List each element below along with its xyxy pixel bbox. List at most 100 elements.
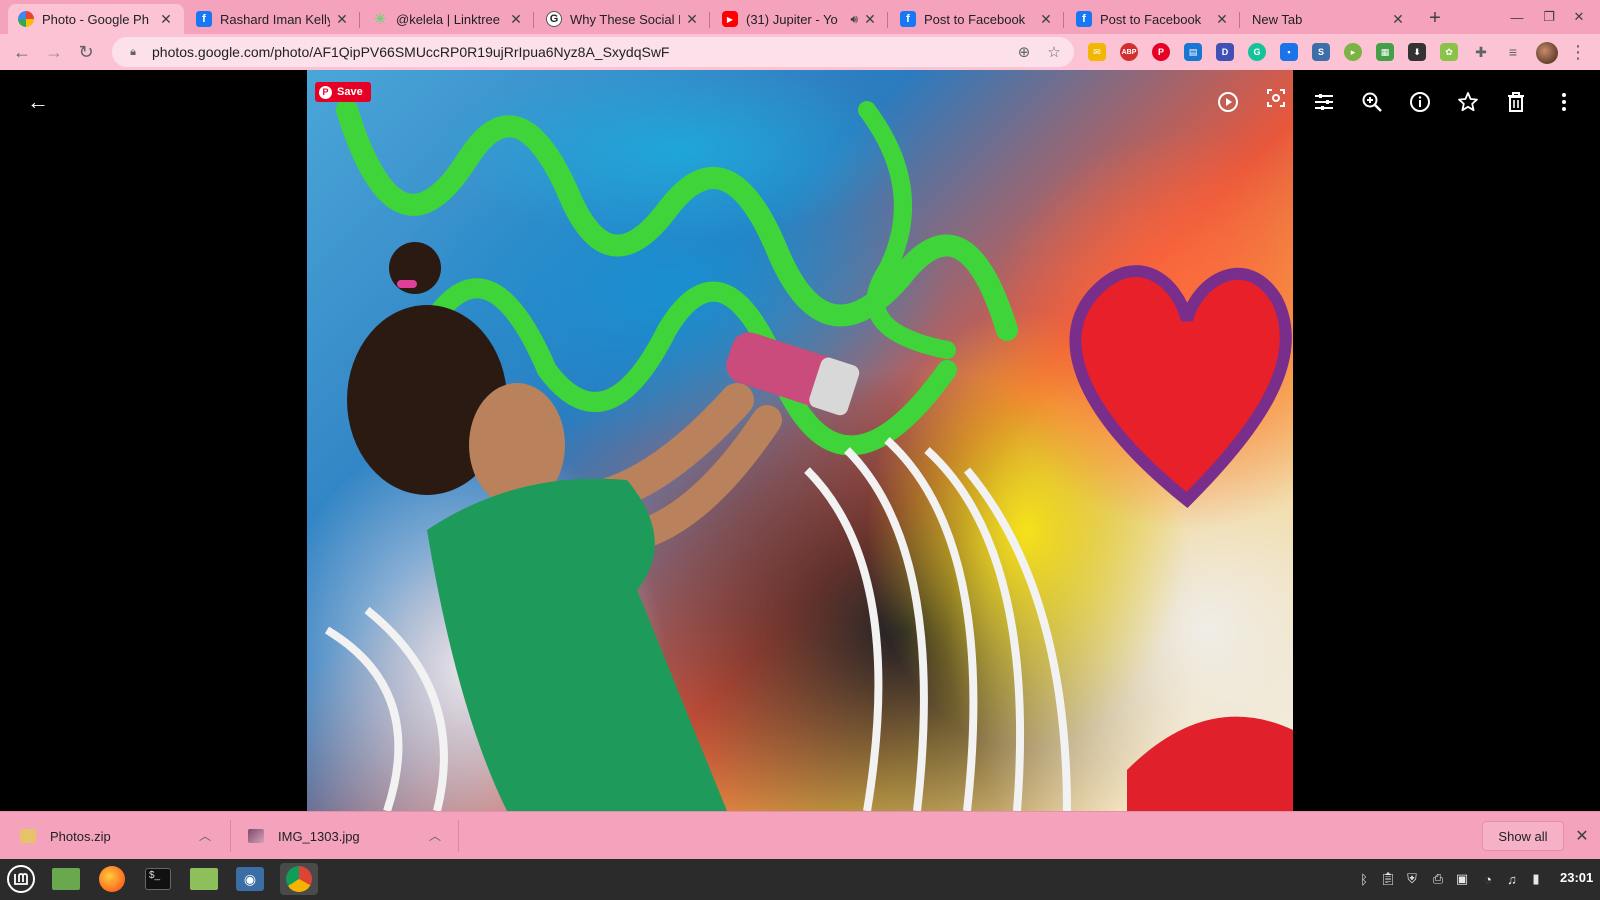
- tab-divider: [709, 12, 710, 28]
- google-photos-icon: [18, 11, 34, 27]
- avatar[interactable]: [1536, 42, 1558, 64]
- new-tab-button[interactable]: +: [1422, 6, 1448, 30]
- extension-icon[interactable]: ▤: [1184, 43, 1202, 61]
- forward-icon[interactable]: →: [42, 40, 66, 64]
- extensions-puzzle-icon[interactable]: ✚: [1472, 43, 1490, 61]
- tab-article[interactable]: G Why These Social N ✕: [536, 4, 710, 34]
- tab-title: Photo - Google Ph: [42, 11, 149, 27]
- sound-icon[interactable]: ♫: [1504, 871, 1520, 887]
- zoom-icon[interactable]: [1358, 88, 1386, 116]
- clipboard-icon[interactable]: 📋︎: [1380, 871, 1397, 887]
- facebook-icon: f: [900, 11, 916, 27]
- info-icon[interactable]: [1406, 88, 1434, 116]
- tab-youtube[interactable]: ▶ (31) Jupiter - Yo 🔊︎ ✕: [712, 4, 888, 34]
- close-icon[interactable]: ✕: [1214, 11, 1230, 27]
- lens-icon[interactable]: [1262, 84, 1290, 112]
- media-queue-icon[interactable]: ≡: [1504, 43, 1522, 61]
- url-text[interactable]: photos.google.com/photo/AF1QipPV66SMUccR…: [152, 44, 1014, 60]
- audio-playing-icon[interactable]: 🔊︎: [850, 12, 858, 27]
- firefox-icon[interactable]: [96, 863, 128, 895]
- mint-menu-icon[interactable]: [5, 863, 37, 895]
- drive-icon[interactable]: ▣: [1454, 871, 1470, 887]
- window-close-icon[interactable]: ✕: [1568, 6, 1590, 28]
- chevron-up-icon[interactable]: ︿: [426, 826, 444, 844]
- address-bar[interactable]: 🔒︎ photos.google.com/photo/AF1QipPV66SMU…: [112, 37, 1074, 67]
- download-bar: Photos.zip ︿ IMG_1303.jpg ︿ Show all ✕: [0, 811, 1600, 859]
- extension-icon[interactable]: S: [1312, 43, 1330, 61]
- shield-icon[interactable]: ⛨: [1404, 871, 1420, 887]
- pinterest-save-label: Save: [337, 86, 363, 98]
- photo-viewer: ← P Save: [0, 70, 1600, 811]
- screenshot-icon[interactable]: ◉: [234, 863, 266, 895]
- edit-icon[interactable]: [1310, 88, 1338, 116]
- tab-post-to-facebook-2[interactable]: f Post to Facebook ✕: [1066, 4, 1240, 34]
- close-icon[interactable]: ✕: [1038, 11, 1054, 27]
- graffiti-photo-illustration: [324, 99, 1293, 811]
- chevron-up-icon[interactable]: ︿: [196, 826, 214, 844]
- back-icon[interactable]: ←: [10, 40, 34, 64]
- clock[interactable]: 23:01: [1560, 870, 1593, 885]
- install-app-icon[interactable]: ⊕: [1014, 42, 1034, 62]
- bluetooth-icon[interactable]: ᛒ: [1356, 871, 1372, 887]
- extension-icon[interactable]: ✉: [1088, 43, 1106, 61]
- printer-icon[interactable]: ⎙: [1430, 871, 1446, 887]
- show-desktop-icon[interactable]: [50, 863, 82, 895]
- tab-strip: Photo - Google Ph ✕ f Rashard Iman Kelly…: [0, 0, 1600, 34]
- tab-divider: [1063, 12, 1064, 28]
- tab-post-to-facebook-1[interactable]: f Post to Facebook ✕: [890, 4, 1064, 34]
- extension-icon[interactable]: ▸: [1344, 43, 1362, 61]
- lock-icon[interactable]: 🔒︎: [126, 45, 140, 59]
- files-folder-icon[interactable]: [188, 863, 220, 895]
- extension-icon[interactable]: D: [1216, 43, 1234, 61]
- play-slideshow-icon[interactable]: [1214, 88, 1242, 116]
- close-icon[interactable]: ✕: [508, 11, 524, 27]
- tab-facebook-profile[interactable]: f Rashard Iman Kelly ✕: [186, 4, 360, 34]
- tab-title: Why These Social N: [570, 11, 680, 27]
- close-icon[interactable]: ✕: [684, 11, 700, 27]
- pinterest-save-button[interactable]: P Save: [315, 82, 371, 102]
- extension-icon[interactable]: ✿: [1440, 43, 1458, 61]
- wifi-icon[interactable]: ◔: [1480, 871, 1496, 887]
- close-icon[interactable]: ✕: [862, 11, 878, 27]
- download-filename: IMG_1303.jpg: [278, 828, 360, 844]
- abp-icon[interactable]: ABP: [1120, 43, 1138, 61]
- close-icon[interactable]: ✕: [158, 11, 174, 27]
- download-item[interactable]: Photos.zip ︿: [20, 812, 228, 860]
- chrome-icon[interactable]: [280, 863, 318, 895]
- extension-icon[interactable]: ▦: [1376, 43, 1394, 61]
- tab-title: Rashard Iman Kelly: [220, 11, 330, 27]
- g-icon: G: [546, 11, 562, 27]
- divider: [230, 820, 231, 852]
- show-all-button[interactable]: Show all: [1482, 821, 1564, 851]
- bookmark-star-icon[interactable]: ☆: [1044, 42, 1064, 62]
- tab-linktree[interactable]: ✳ @kelela | Linktree ✕: [362, 4, 534, 34]
- tab-title: New Tab: [1252, 11, 1303, 27]
- photo[interactable]: P Save: [307, 70, 1293, 811]
- favorite-icon[interactable]: [1454, 88, 1482, 116]
- pinterest-icon: P: [319, 85, 332, 99]
- linktree-icon: ✳: [373, 11, 387, 28]
- download-item[interactable]: IMG_1303.jpg ︿: [248, 812, 458, 860]
- close-icon[interactable]: ✕: [1390, 11, 1406, 27]
- tab-new-tab[interactable]: New Tab ✕: [1242, 4, 1416, 34]
- restore-icon[interactable]: ❐: [1538, 6, 1560, 28]
- grammarly-icon[interactable]: G: [1248, 43, 1266, 61]
- tab-title: (31) Jupiter - Yo: [746, 11, 838, 27]
- download-extension-icon[interactable]: ⬇: [1408, 43, 1426, 61]
- battery-icon[interactable]: ▮: [1528, 871, 1544, 887]
- close-icon[interactable]: ✕: [334, 11, 350, 27]
- facebook-icon: f: [1076, 11, 1092, 27]
- minimize-icon[interactable]: —: [1506, 6, 1528, 28]
- tab-google-photos[interactable]: Photo - Google Ph ✕: [8, 4, 184, 34]
- delete-icon[interactable]: [1502, 88, 1530, 116]
- pinterest-icon[interactable]: P: [1152, 43, 1170, 61]
- close-icon[interactable]: ✕: [1572, 826, 1592, 846]
- terminal-icon[interactable]: $_: [142, 863, 174, 895]
- back-arrow-icon[interactable]: ←: [24, 88, 52, 116]
- reload-icon[interactable]: ↻: [74, 40, 98, 64]
- more-options-icon[interactable]: [1550, 88, 1578, 116]
- browser-menu-icon[interactable]: ⋮: [1568, 42, 1588, 62]
- extension-icon[interactable]: ▪: [1280, 43, 1298, 61]
- tab-divider: [887, 12, 888, 28]
- tab-divider: [1239, 12, 1240, 28]
